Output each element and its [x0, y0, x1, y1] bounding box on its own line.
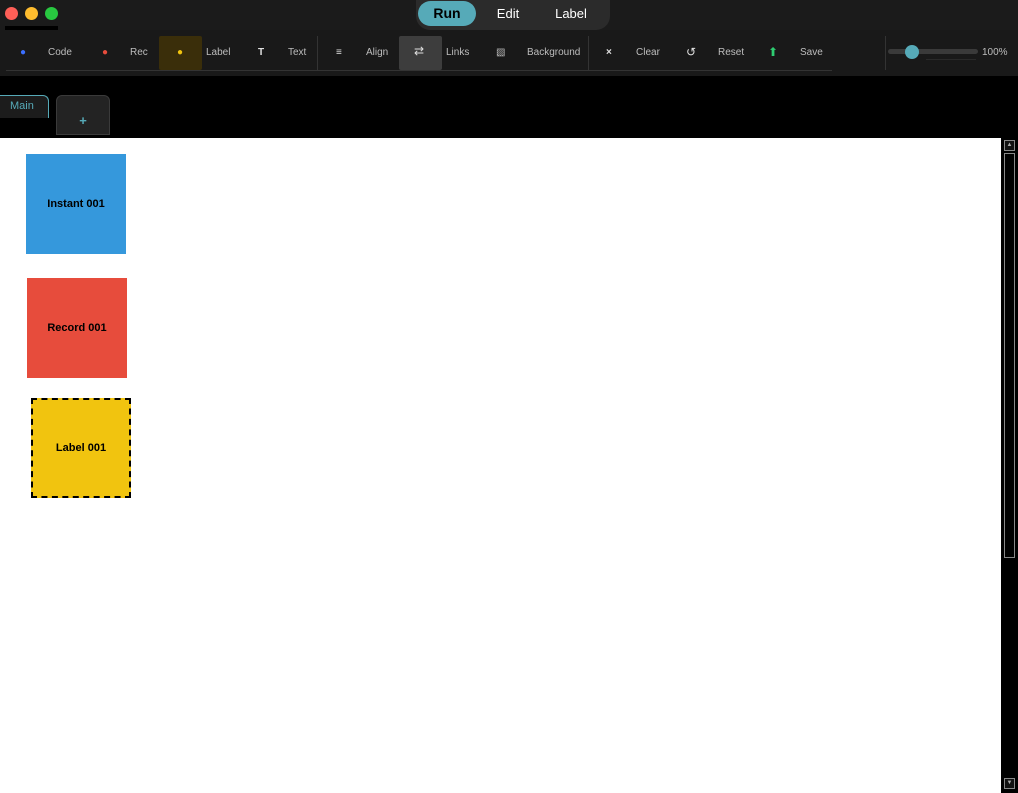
zoom-percentage: 100%	[982, 47, 1008, 58]
clear-icon: ×	[606, 47, 612, 58]
links-icon: ⇄	[414, 44, 425, 58]
tab-main[interactable]: Main	[0, 95, 49, 118]
text-tool-button[interactable]: T Text	[252, 36, 308, 70]
toolbar: ● Code ● Rec ● Label T Text ≡ Align ⇄ Li…	[0, 30, 1018, 76]
record-node[interactable]: Record 001	[27, 278, 127, 378]
mode-switcher: Run Edit Label	[416, 0, 610, 30]
mode-label-button[interactable]: Label	[546, 1, 596, 26]
zoom-control: 100%	[885, 36, 1018, 70]
plus-icon: +	[79, 113, 87, 128]
clear-button[interactable]: × Clear	[600, 36, 662, 70]
label-tool-text[interactable]: Label	[206, 36, 236, 70]
reset-label: Reset	[718, 47, 745, 58]
code-tool-label: Code	[48, 47, 72, 58]
add-tab-button[interactable]: +	[56, 95, 110, 135]
align-tool-button[interactable]: ≡ Align	[330, 36, 390, 70]
tab-strip: Main +	[0, 76, 1018, 138]
zoom-slider-baseline	[926, 59, 976, 60]
scroll-down-arrow-icon[interactable]: ▼	[1004, 778, 1015, 789]
label-node[interactable]: Label 001	[31, 398, 131, 498]
instant-node-label: Instant 001	[47, 198, 105, 210]
minimize-window-button[interactable]	[25, 7, 38, 20]
save-label: Save	[800, 47, 823, 58]
code-tool-button[interactable]: ● Code	[14, 36, 74, 70]
scroll-up-arrow-icon[interactable]: ▲	[1004, 140, 1015, 151]
links-tool-label: Links	[446, 47, 470, 58]
background-tool-button[interactable]: ▧ Background	[490, 36, 582, 70]
vertical-scrollbar[interactable]: ▲ ▼	[1001, 138, 1018, 793]
canvas-area[interactable]: Instant 001 Record 001 Label 001	[0, 138, 1001, 793]
yellow-dot-icon: ●	[177, 47, 184, 58]
label-tool-label: Label	[206, 47, 231, 58]
record-node-label: Record 001	[47, 322, 107, 334]
mode-run-button[interactable]: Run	[418, 1, 476, 26]
links-tool-text[interactable]: Links	[446, 36, 476, 70]
reset-button[interactable]: ↺ Reset	[680, 36, 746, 70]
background-tool-label: Background	[527, 47, 581, 58]
toolbar-underline	[6, 70, 832, 71]
toolbar-divider	[317, 36, 318, 70]
links-tool-button[interactable]: ⇄	[399, 36, 442, 70]
align-tool-label: Align	[366, 47, 389, 58]
close-window-button[interactable]	[5, 7, 18, 20]
zoom-slider-track[interactable]	[888, 49, 978, 54]
background-icon: ▧	[496, 47, 506, 58]
save-button[interactable]: ⬆ Save	[762, 36, 824, 70]
red-dot-icon: ●	[102, 47, 109, 58]
save-arrow-icon: ⬆	[768, 45, 779, 59]
rec-tool-button[interactable]: ● Rec	[96, 36, 152, 70]
zoom-slider-thumb[interactable]	[905, 45, 919, 59]
maximize-window-button[interactable]	[45, 7, 58, 20]
label-node-label: Label 001	[55, 442, 107, 454]
toolbar-divider	[588, 36, 589, 70]
text-icon: T	[258, 47, 265, 58]
scrollbar-thumb[interactable]	[1004, 153, 1015, 558]
text-tool-label: Text	[288, 47, 307, 58]
clear-label: Clear	[636, 47, 660, 58]
blue-dot-icon: ●	[20, 47, 27, 58]
title-bar: Run Edit Label	[0, 0, 1018, 30]
align-icon: ≡	[336, 47, 342, 58]
instant-node[interactable]: Instant 001	[26, 154, 126, 254]
mode-edit-button[interactable]: Edit	[486, 1, 530, 26]
reset-icon: ↺	[686, 45, 697, 59]
rec-tool-label: Rec	[130, 47, 148, 58]
label-tool-button[interactable]: ●	[159, 36, 202, 70]
